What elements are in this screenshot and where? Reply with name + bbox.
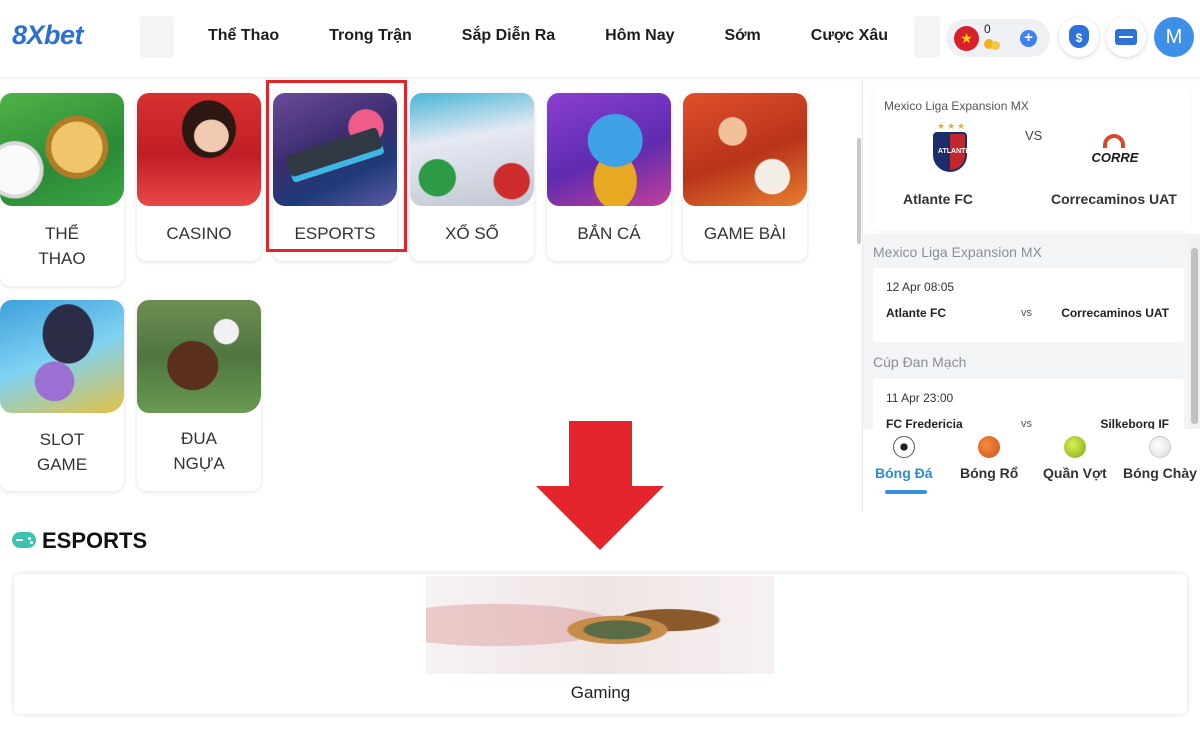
fishing-game-icon [547,93,671,206]
basketball-icon [978,436,1001,458]
match-card[interactable]: 12 Apr 08:05 Atlante FC vs Correcaminos … [873,268,1184,342]
game-tile-label: BẮN CÁ [577,224,641,243]
match-list: Mexico Liga Expansion MX 12 Apr 08:05 At… [863,234,1200,429]
game-tile-label: ĐUA NGỰA [173,429,225,473]
tab-bong-chay[interactable]: Bóng Chày [1123,436,1197,481]
game-tile-casino[interactable]: CASINO [137,93,261,261]
game-tile-game-bai[interactable]: GAME BÀI [683,93,807,261]
game-tile-label: CASINO [166,224,232,243]
tab-label: Bóng Đá [875,465,933,481]
nav-item-hom-nay[interactable]: Hôm Nay [605,27,674,45]
match-vs: vs [1021,307,1032,319]
tab-label: Bóng Rổ [960,465,1019,481]
match-away-team: Correcaminos UAT [1061,306,1169,320]
game-tile-the-thao[interactable]: THỂ THAO [0,93,124,286]
atlante-crest-icon: ATLANTE ★★★ [931,121,970,174]
match-card[interactable]: 11 Apr 23:00 FC Fredericia vs Silkeborg … [873,379,1184,429]
featured-league: Mexico Liga Expansion MX [884,99,1029,113]
sports-game-icon [0,93,124,206]
game-tile-label: GAME BÀI [703,224,787,243]
match-away-team: Silkeborg IF [1100,417,1169,429]
deposit-plus-icon[interactable]: + [1020,30,1037,47]
match-league-label: Cúp Đan Mạch [873,354,967,370]
credit-card-icon [1115,29,1137,45]
featured-away-team: Correcaminos UAT [1051,191,1177,207]
game-tile-slot-game[interactable]: SLOT GAME [0,300,124,491]
logo-suffix: bet [44,20,84,50]
vietnam-flag-icon: ★ [954,26,979,51]
game-tile-dua-ngua[interactable]: ĐUA NGỰA [137,300,261,491]
card-button[interactable] [1106,17,1146,57]
match-home-team: FC Fredericia [886,417,963,429]
card-game-icon [683,93,807,206]
user-avatar[interactable]: M [1154,17,1194,57]
wallet-balance: 0 [984,22,991,36]
game-tile-xo-so[interactable]: XỔ SỐ [410,93,534,261]
money-bag-button[interactable]: $ [1059,17,1099,57]
gamepad-icon [12,532,36,548]
down-arrow-icon [569,421,632,487]
match-datetime: 12 Apr 08:05 [886,280,955,294]
gaming-banner-image [426,576,774,674]
tab-quan-vot[interactable]: Quần Vợt [1043,436,1107,481]
nav-item-som[interactable]: Sớm [725,27,761,45]
nav-item-cuoc-xau[interactable]: Cược Xâu [811,27,888,45]
slot-game-icon [0,300,124,413]
header-placeholder-left [140,16,174,58]
esports-highlight-box [266,80,407,252]
gaming-banner[interactable]: Gaming [14,574,1187,714]
casino-game-icon [137,93,261,206]
tab-bong-da[interactable]: Bóng Đá [875,436,933,481]
featured-home-team: Atlante FC [903,191,973,207]
site-logo[interactable]: 8Xbet [12,20,84,51]
wallet-pill[interactable]: ★ 0 + [946,19,1050,57]
active-tab-underline [885,490,927,494]
soccer-ball-icon [892,436,915,458]
logo-prefix: 8X [12,20,45,50]
match-home-team: Atlante FC [886,306,946,320]
game-tile-label: SLOT GAME [36,430,88,474]
tab-bong-ro[interactable]: Bóng Rổ [960,436,1018,481]
money-bag-icon: $ [1069,25,1089,48]
coin-icon [991,41,1000,50]
lottery-game-icon [410,93,534,206]
main-nav: Thể Thao Trong Trận Sắp Diễn Ra Hôm Nay … [208,27,888,45]
gaming-banner-caption: Gaming [570,683,631,702]
horse-racing-icon [137,300,261,413]
featured-vs: VS [1025,128,1043,143]
match-league-label: Mexico Liga Expansion MX [873,244,1042,260]
sports-tab-bar: Bóng Đá Bóng Rổ Quần Vợt Bóng Chày [863,430,1200,512]
tab-label: Bóng Chày [1123,465,1197,481]
down-arrow-head-icon [536,486,664,550]
nav-item-trong-tran[interactable]: Trong Trận [329,27,412,45]
game-tile-label: XỔ SỐ [445,224,499,243]
tennis-ball-icon [1063,436,1086,458]
tab-label: Quần Vợt [1043,465,1107,481]
baseball-icon [1148,436,1171,458]
header-placeholder-right [914,16,940,58]
top-header: 8Xbet Thể Thao Trong Trận Sắp Diễn Ra Hô… [0,0,1200,78]
match-datetime: 11 Apr 23:00 [886,391,954,405]
featured-match-card[interactable]: Mexico Liga Expansion MX ATLANTE ★★★ VS … [873,88,1190,231]
section-title: ESPORTS [42,528,148,553]
nav-item-sap-dien-ra[interactable]: Sắp Diễn Ra [462,27,555,45]
game-tile-label: THỂ THAO [38,224,86,268]
main-scrollbar[interactable] [857,138,861,244]
game-tile-ban-ca[interactable]: BẮN CÁ [547,93,671,261]
match-list-scrollbar[interactable] [1189,234,1200,429]
match-vs: vs [1021,418,1032,429]
correcaminos-crest-icon: CORRE [1087,134,1143,170]
nav-item-the-thao[interactable]: Thể Thao [208,27,279,45]
